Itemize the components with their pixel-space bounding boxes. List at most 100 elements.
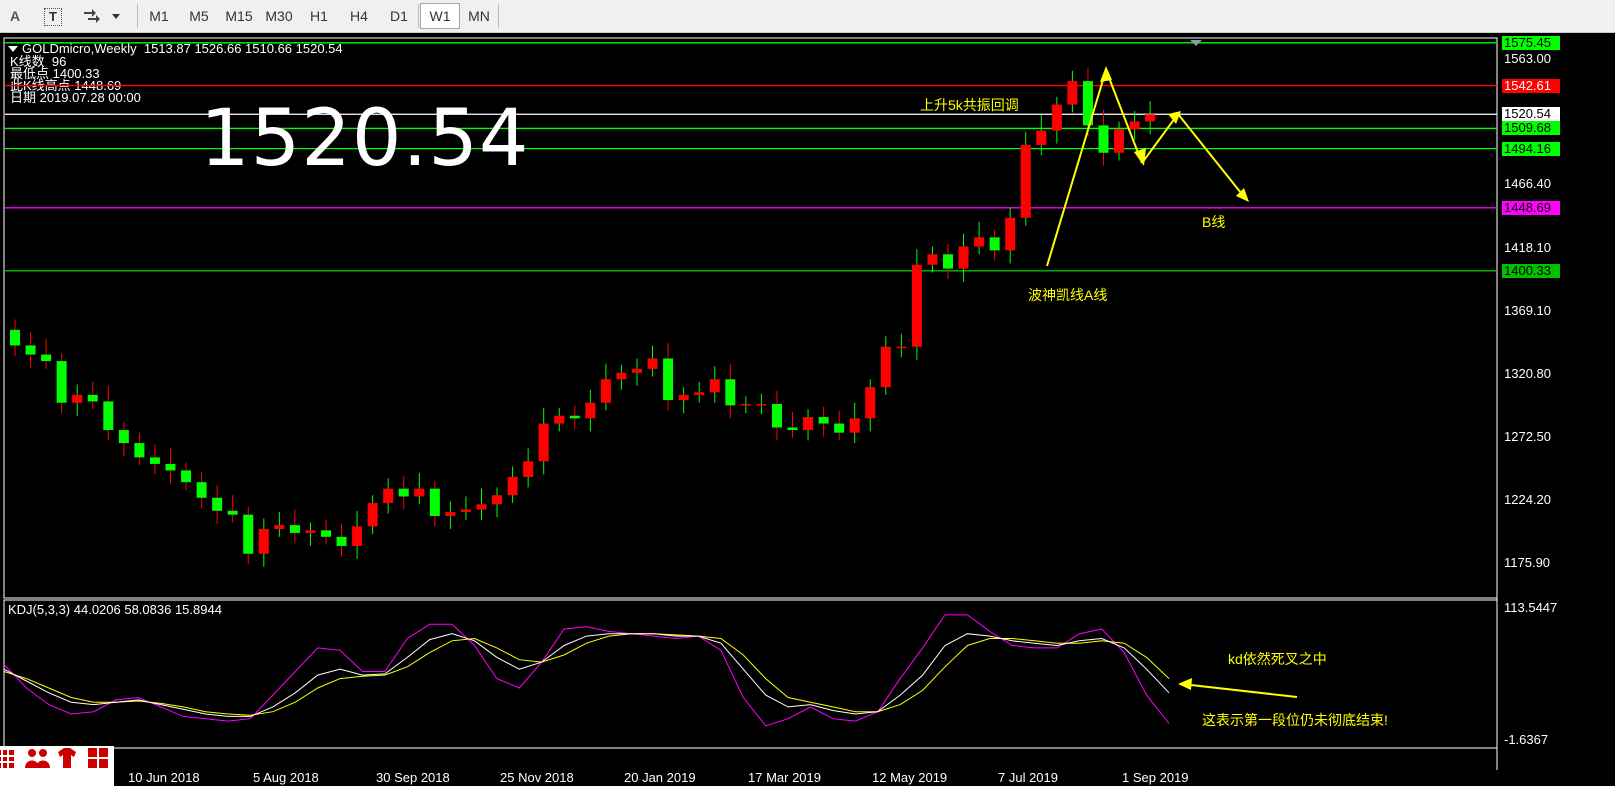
candle-body	[1051, 104, 1062, 131]
apps-icon[interactable]	[86, 746, 110, 770]
price-axis-label: 1272.50	[1504, 429, 1551, 444]
candle-body	[849, 418, 860, 433]
candle-body	[227, 510, 238, 515]
osc-axis-top: 113.5447	[1504, 600, 1558, 615]
candle-body	[943, 254, 953, 269]
price-axis-label: 1369.10	[1504, 303, 1551, 318]
level-label: 1400.33	[1502, 263, 1560, 278]
candle-body	[103, 401, 114, 431]
candle-body	[787, 427, 798, 431]
kdj-d-line	[3, 633, 1170, 716]
level-label: 1520.54	[1502, 107, 1560, 122]
kdj-j-line	[3, 614, 1170, 727]
price-axis-label: 1175.90	[1504, 555, 1551, 570]
big-price-display: 1520.54	[200, 94, 530, 184]
candle-body	[460, 509, 471, 513]
candle-body	[1005, 217, 1016, 251]
oscillator-title: KDJ(5,3,3) 44.0206 58.0836 15.8944	[8, 602, 222, 617]
candle-body	[476, 504, 487, 510]
candle-body	[321, 530, 331, 537]
level-label: 1494.16	[1502, 141, 1560, 156]
candle-body	[569, 415, 580, 419]
date-label: 1 Sep 2019	[1122, 770, 1189, 785]
candle-body	[523, 461, 534, 477]
candle-body	[289, 525, 300, 533]
candle-body	[771, 404, 782, 428]
candle-body	[274, 525, 285, 530]
candle-body	[647, 358, 658, 369]
candle-body	[865, 387, 876, 419]
candle-body	[1129, 121, 1140, 130]
candle-body	[1067, 81, 1078, 105]
level-label: 1542.61	[1502, 78, 1560, 93]
candle-body	[492, 495, 503, 505]
candle-body	[663, 358, 674, 401]
candle-body	[41, 354, 52, 362]
date-label: 20 Jan 2019	[624, 770, 696, 785]
price-axis-label: 1224.20	[1504, 492, 1551, 507]
candle-body	[149, 457, 160, 464]
annotation-b-line: B线	[1202, 214, 1226, 230]
candle-body	[803, 417, 814, 431]
candle-body	[974, 237, 985, 247]
candle-body	[118, 430, 129, 444]
candle-body	[585, 402, 596, 419]
shirt-icon[interactable]	[54, 746, 80, 770]
candle-body	[507, 476, 518, 496]
wave-arrows	[1046, 69, 1298, 698]
candle-body	[616, 372, 627, 380]
candle-body	[911, 264, 922, 347]
candle-body	[10, 329, 20, 346]
candle-body	[258, 529, 269, 554]
price-axis-label: 1320.80	[1504, 366, 1551, 381]
candle-body	[740, 404, 751, 406]
annotation-a-line: 波神凯线A线	[1028, 287, 1108, 303]
annotation-first-stage: 这表示第一段位仍未彻底结束!	[1202, 712, 1388, 728]
candle-body	[414, 488, 425, 497]
candle-body	[709, 379, 720, 393]
candle-body	[538, 423, 549, 462]
candle-body	[367, 502, 378, 527]
candle-body	[87, 394, 98, 402]
date-label: 30 Sep 2018	[376, 770, 450, 785]
candle-body	[56, 361, 67, 403]
candle-body	[989, 237, 1000, 251]
people-icon[interactable]	[22, 746, 52, 770]
candle-body	[134, 443, 145, 458]
price-axis-label: 1418.10	[1504, 240, 1551, 255]
price-axis-label: 1563.00	[1504, 51, 1551, 66]
level-label: 1575.45	[1502, 35, 1560, 50]
bottom-left-icons	[0, 746, 114, 786]
date-label: 7 Jul 2019	[998, 770, 1058, 785]
candle-body	[694, 392, 705, 395]
candle-body	[305, 530, 316, 533]
date-label: 5 Aug 2018	[253, 770, 319, 785]
candle-body	[181, 470, 192, 483]
candle-body	[678, 394, 689, 401]
candle-body	[600, 379, 611, 403]
candle-body	[1020, 144, 1031, 218]
grid-icon[interactable]	[0, 748, 16, 770]
candle-body	[429, 488, 440, 516]
candle-body	[398, 488, 409, 497]
candle-body	[72, 394, 83, 403]
candle-body	[958, 246, 969, 269]
annotation-top: 上升5k共振回调	[920, 97, 1019, 113]
candle-body	[212, 497, 223, 511]
candle-body	[927, 254, 938, 265]
date-label: 17 Mar 2019	[748, 770, 821, 785]
candle-body	[756, 404, 767, 406]
date-label: 25 Nov 2018	[500, 770, 574, 785]
candle-body	[1036, 130, 1047, 145]
candle-body	[818, 417, 829, 424]
candle-body	[243, 514, 254, 554]
candle-body	[725, 379, 736, 406]
kdj-k-line	[3, 633, 1170, 717]
candle-body	[632, 368, 642, 373]
candle-body	[834, 423, 845, 433]
osc-axis-bottom: -1.6367	[1504, 732, 1549, 747]
annotation-kd-dead: kd依然死叉之中	[1228, 651, 1327, 667]
candle-body	[445, 512, 456, 516]
candle-body	[1145, 114, 1156, 122]
candle-body	[336, 536, 347, 546]
